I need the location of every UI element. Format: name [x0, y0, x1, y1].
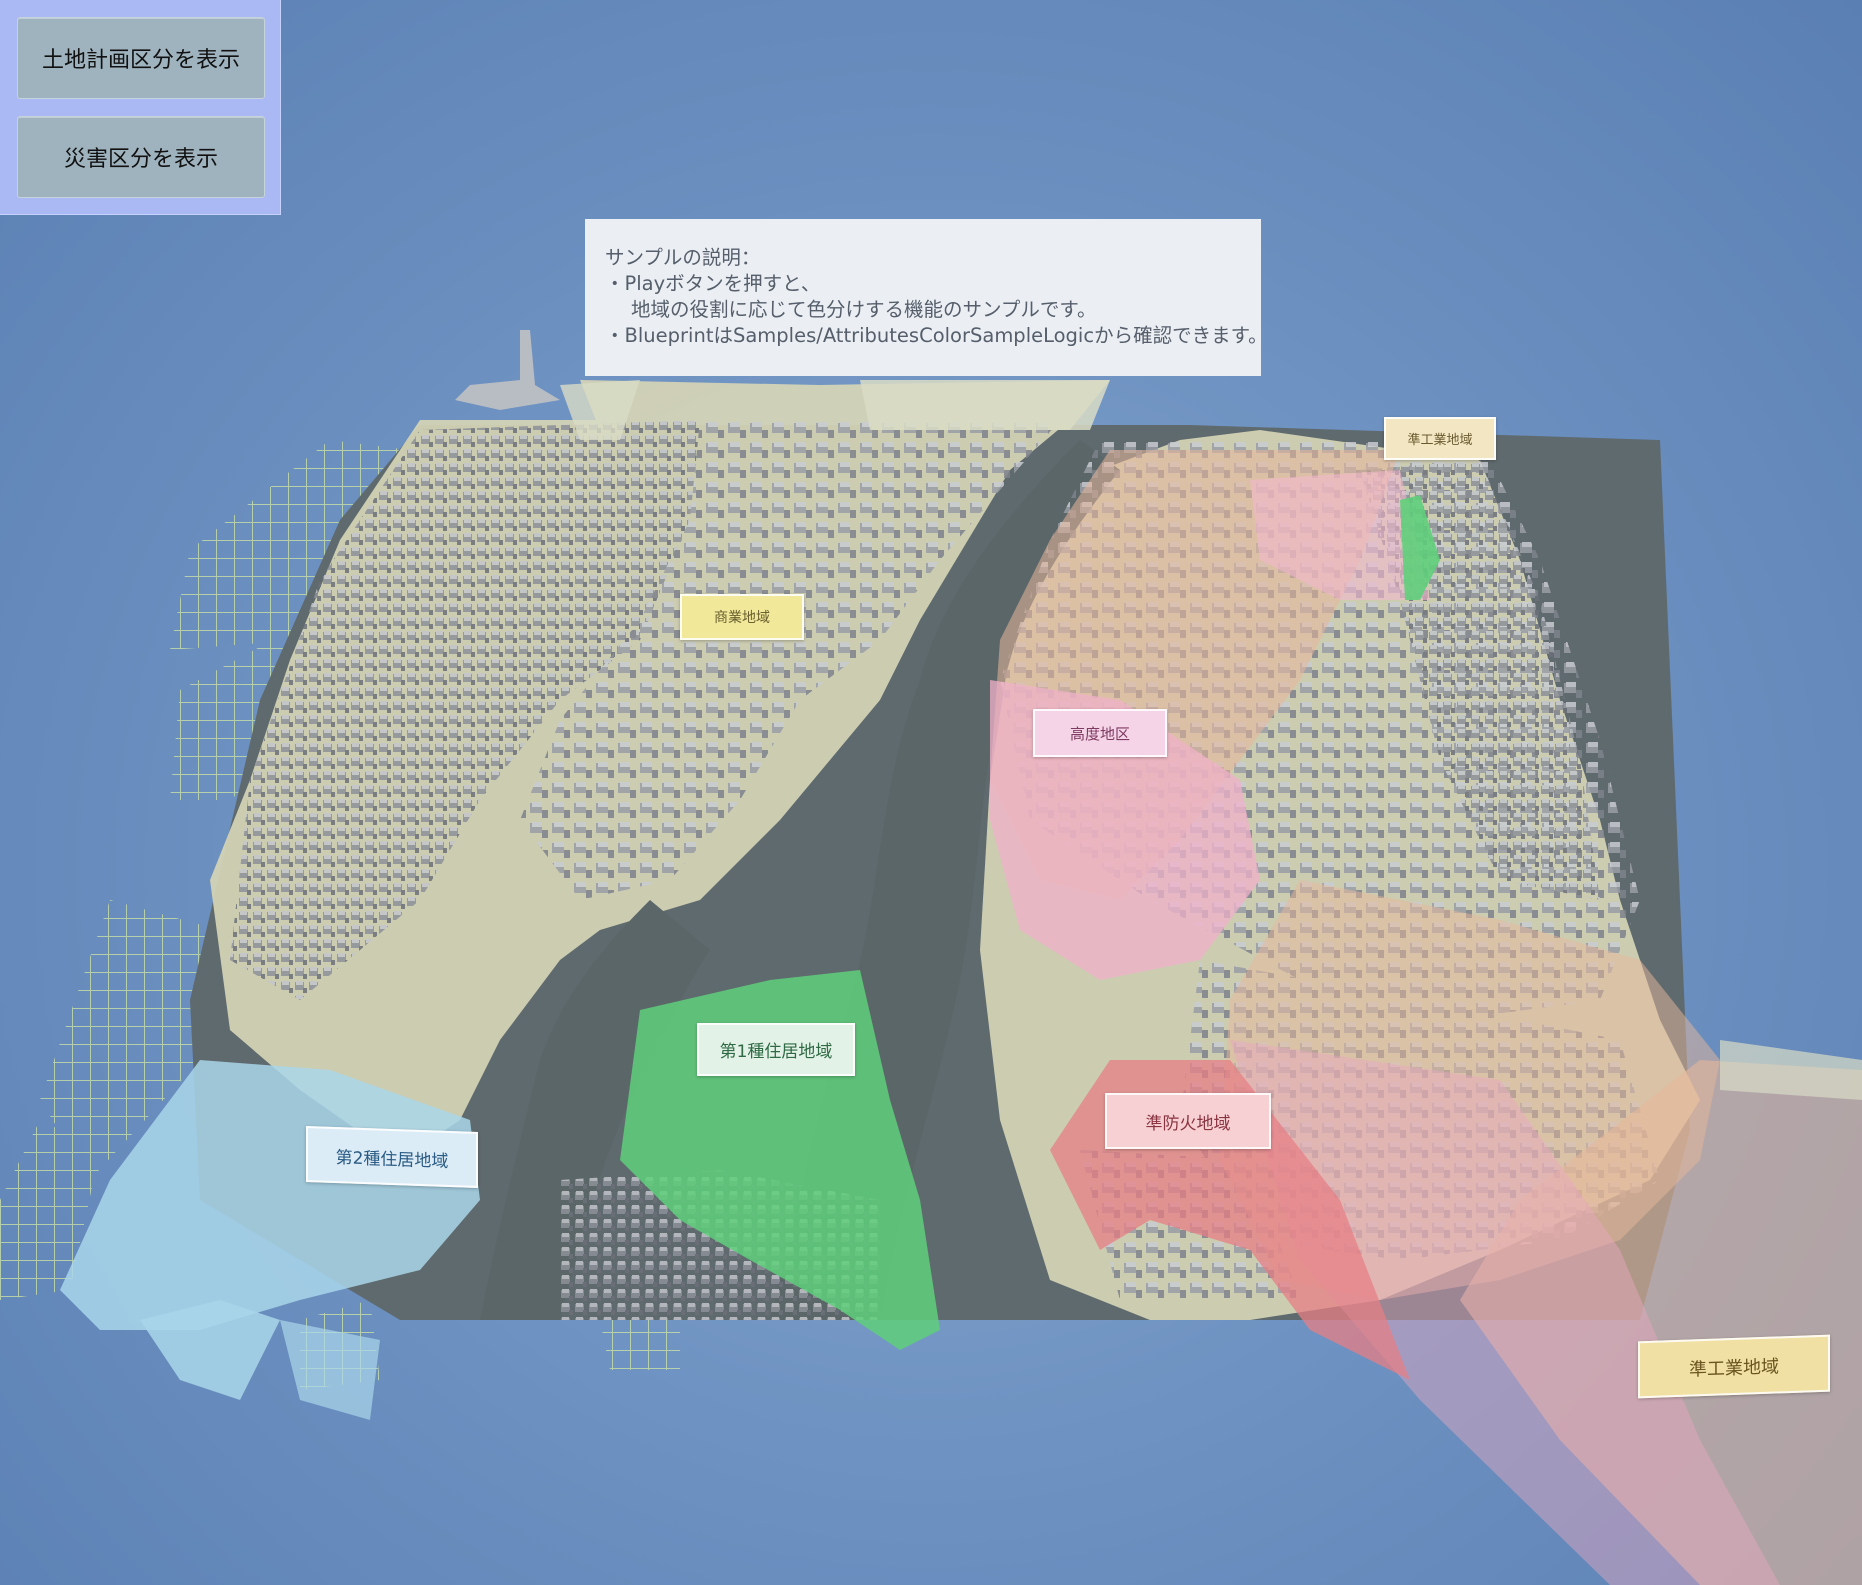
- description-line-3: 地域の役割に応じて色分けする機能のサンプルです。: [631, 298, 1097, 321]
- label-quasi-industrial-bottom: 準工業地域: [1638, 1334, 1830, 1399]
- label-commercial-zone: 商業地域: [680, 594, 804, 640]
- bridge: [455, 330, 560, 410]
- description-line-1: サンプルの説明：: [605, 246, 761, 269]
- description-line-2: ・Playボタンを押すと、: [605, 272, 821, 295]
- label-quasi-industrial-top: 準工業地域: [1384, 417, 1496, 460]
- description-line-4: ・BlueprintはSamples/AttributesColorSample…: [605, 324, 1268, 347]
- label-quasi-fire-zone: 準防火地域: [1105, 1093, 1271, 1149]
- show-land-plan-button[interactable]: 土地計画区分を表示: [17, 17, 265, 99]
- label-residential-1: 第1種住居地域: [697, 1023, 855, 1076]
- show-disaster-button[interactable]: 災害区分を表示: [17, 116, 265, 198]
- sample-description-panel: サンプルの説明： ・Playボタンを押すと、 地域の役割に応じて色分けする機能の…: [585, 219, 1268, 376]
- label-residential-2: 第2種住居地域: [306, 1125, 478, 1189]
- label-height-district: 高度地区: [1033, 709, 1167, 757]
